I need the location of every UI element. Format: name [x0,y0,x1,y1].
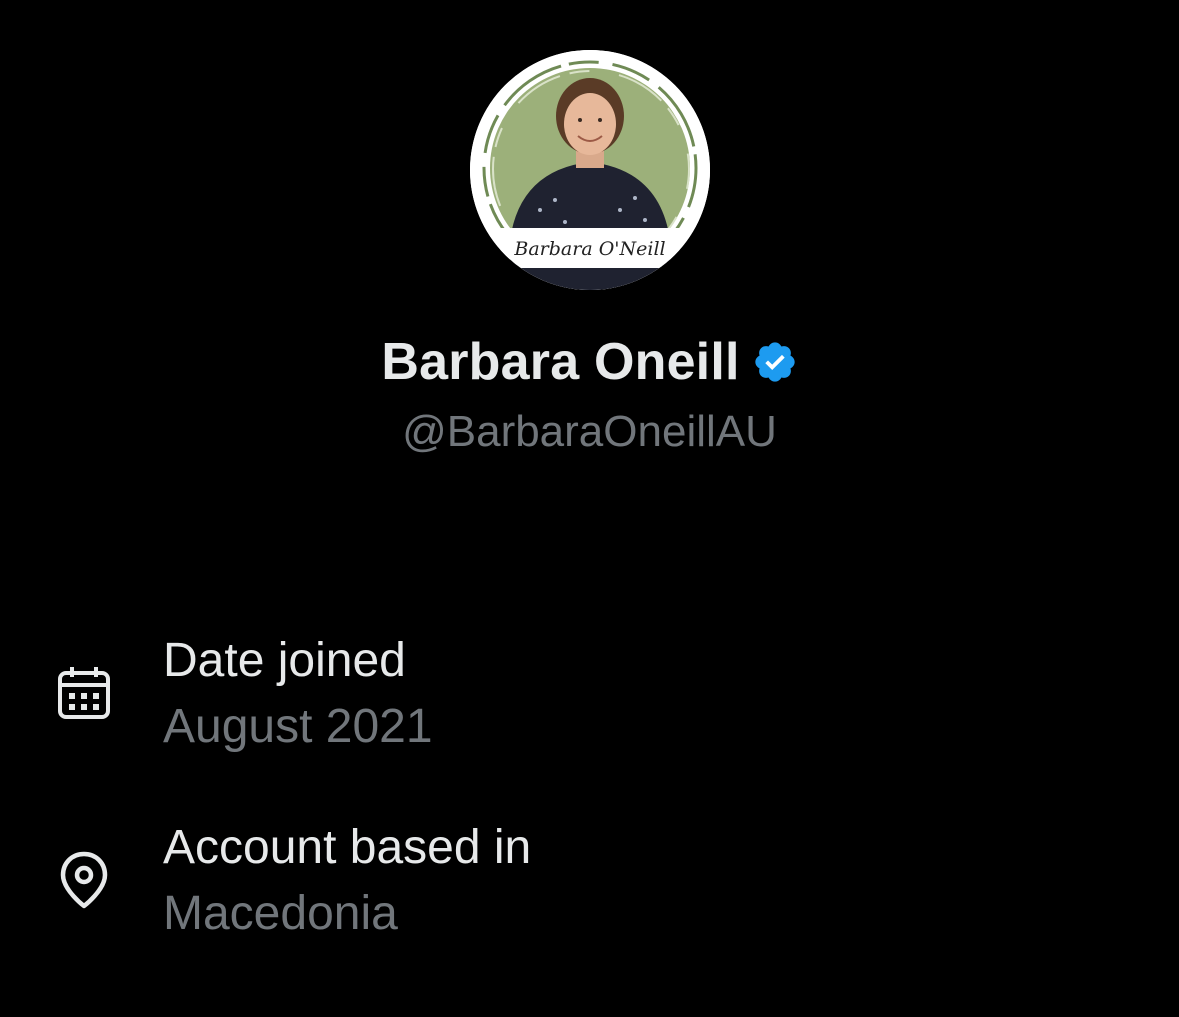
svg-text:Barbara O'Neill: Barbara O'Neill [513,238,665,260]
avatar[interactable]: Barbara O'Neill [470,50,710,290]
date-joined-value: August 2021 [163,700,433,753]
account-based-in-value: Macedonia [163,887,398,940]
profile-about-page: Barbara O'Neill Barbara Oneill @BarbaraO… [0,0,1179,1017]
location-pin-icon [60,851,108,909]
display-name: Barbara Oneill [381,333,740,391]
calendar-icon [58,667,110,719]
date-joined-label: Date joined [163,634,406,687]
profile-handle: @BarbaraOneillAU [402,407,777,456]
display-name-row: Barbara Oneill [0,330,1179,394]
info-row-account-based-in: Account based in Macedonia [0,820,1179,950]
verified-badge-icon[interactable] [752,339,798,385]
avatar-image: Barbara O'Neill [470,50,710,290]
info-row-date-joined: Date joined August 2021 [0,633,1179,763]
account-based-in-label: Account based in [163,821,532,874]
